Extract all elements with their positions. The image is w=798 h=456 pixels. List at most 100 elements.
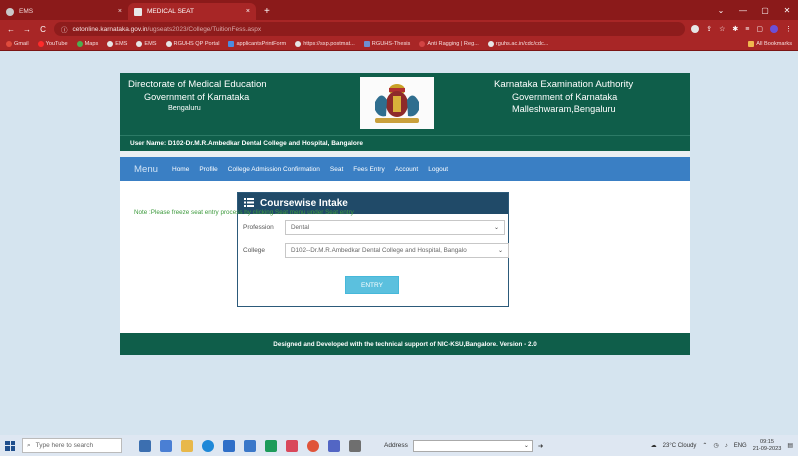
- bookmark-rguhs-cdc[interactable]: rguhs.ac.in/cdc/cdc...: [487, 41, 548, 47]
- bookmark-ems-2[interactable]: EMS: [136, 41, 157, 47]
- close-window-button[interactable]: ✕: [776, 6, 798, 15]
- page-icon: [228, 41, 235, 47]
- share-icon[interactable]: ⇪: [706, 25, 712, 33]
- store-icon[interactable]: [223, 439, 235, 452]
- college-row: College D102--Dr.M.R.Ambedkar Dental Col…: [243, 243, 509, 258]
- url-host: cetonline.karnataka.gov.in: [72, 25, 148, 33]
- bookmark-label: Gmail: [14, 41, 29, 47]
- file-explorer-icon[interactable]: [181, 439, 193, 452]
- menu-item-fees-entry[interactable]: Fees Entry: [353, 166, 384, 173]
- tab-close-icon[interactable]: ×: [118, 8, 122, 15]
- tab-close-icon[interactable]: ×: [246, 8, 250, 15]
- bookmark-label: RGUHS QP Portal: [173, 41, 220, 47]
- menu-item-account[interactable]: Account: [395, 166, 419, 173]
- notifications-icon[interactable]: ▤: [787, 442, 793, 449]
- maximize-button[interactable]: ▢: [754, 6, 776, 15]
- volume-icon[interactable]: ♪: [725, 443, 728, 449]
- bookmark-maps[interactable]: Maps: [76, 41, 98, 47]
- forward-arrow-icon[interactable]: →: [22, 25, 32, 34]
- reading-list-icon[interactable]: ≡: [745, 26, 749, 33]
- clock-time: 09:15: [760, 438, 775, 445]
- people-app-icon[interactable]: [139, 439, 151, 452]
- address-bar[interactable]: ⓘ cetonline.karnataka.gov.in/ugseats2023…: [54, 22, 686, 36]
- bookmark-ssp[interactable]: https://ssp.postmat...: [295, 41, 355, 47]
- tray-chevron-up-icon[interactable]: ⌃: [702, 442, 707, 449]
- user-name-bar: User Name: D102-Dr.M.R.Ambedkar Dental C…: [120, 135, 690, 151]
- paint-icon[interactable]: [286, 439, 298, 452]
- bookmark-rguhs-qp[interactable]: RGUHS QP Portal: [165, 41, 220, 47]
- bookmark-applicants-print[interactable]: applicantsPrintForm: [228, 41, 286, 47]
- note-text: Note :Please freeze seat entry process b…: [134, 209, 354, 216]
- tab-search-icon[interactable]: ⌄: [710, 6, 732, 15]
- chevron-down-icon: ⌄: [497, 248, 503, 254]
- college-select[interactable]: D102--Dr.M.R.Ambedkar Dental College and…: [285, 243, 509, 258]
- language-indicator[interactable]: ENG: [734, 443, 747, 449]
- excel-icon[interactable]: [265, 439, 277, 452]
- bookmark-anti-ragging[interactable]: Anti Ragging | Reg...: [419, 41, 479, 47]
- bookmark-label: https://ssp.postmat...: [303, 41, 355, 47]
- go-arrow-icon[interactable]: ➜: [538, 442, 543, 450]
- new-tab-button[interactable]: +: [256, 6, 278, 20]
- settings-icon[interactable]: [349, 439, 361, 452]
- side-panel-icon[interactable]: ▢: [756, 25, 763, 33]
- browser-menu-icon[interactable]: ⋮: [785, 25, 792, 33]
- dme-title: Directorate of Medical Education: [128, 79, 267, 90]
- kea-government: Government of Karnataka: [512, 92, 618, 102]
- taskbar-clock[interactable]: 09:15 21-09-2023: [753, 439, 782, 453]
- browser-tab-medical-seat[interactable]: MEDICAL SEAT ×: [128, 3, 256, 20]
- menu-item-admission-confirmation[interactable]: College Admission Confirmation: [228, 166, 320, 173]
- user-name-text: User Name: D102-Dr.M.R.Ambedkar Dental C…: [130, 140, 363, 147]
- college-label: College: [243, 247, 266, 254]
- site-info-icon[interactable]: ⓘ: [61, 24, 68, 34]
- browser-tab-ems[interactable]: EMS ×: [0, 3, 128, 20]
- bookmark-rguhs-thesis[interactable]: RGUHS-Thesis: [363, 41, 410, 47]
- mail-icon[interactable]: [244, 439, 256, 452]
- back-arrow-icon[interactable]: ←: [6, 25, 16, 34]
- tab-title: EMS: [19, 8, 34, 15]
- weather-text[interactable]: 23°C Cloudy: [663, 443, 697, 449]
- gmail-icon: [6, 41, 12, 47]
- profession-select[interactable]: Dental ⌄: [285, 220, 505, 235]
- site-icon: [419, 41, 426, 47]
- taskbar-search[interactable]: ⌕ Type here to search: [22, 438, 122, 453]
- tab-title: MEDICAL SEAT: [147, 8, 194, 15]
- dme-government: Government of Karnataka: [144, 92, 250, 102]
- bookmark-gmail[interactable]: Gmail: [6, 41, 29, 47]
- menu-item-profile[interactable]: Profile: [199, 166, 217, 173]
- menu-item-home[interactable]: Home: [172, 166, 189, 173]
- kea-title: Karnataka Examination Authority: [494, 79, 634, 90]
- entry-button[interactable]: ENTRY: [345, 276, 399, 294]
- task-view-icon[interactable]: [160, 439, 172, 452]
- globe-icon: [136, 41, 143, 47]
- bookmark-star-icon[interactable]: ☆: [719, 25, 725, 33]
- bookmark-ems-1[interactable]: EMS: [107, 41, 127, 47]
- menu-item-seat[interactable]: Seat: [330, 166, 343, 173]
- chrome-icon[interactable]: [307, 439, 319, 452]
- browser-toolbar: ← → C ⓘ cetonline.karnataka.gov.in/ugsea…: [0, 20, 798, 38]
- google-lens-icon[interactable]: [691, 25, 700, 33]
- address-input[interactable]: ⌄: [412, 439, 533, 452]
- panel-title: Coursewise Intake: [260, 198, 348, 209]
- pinned-apps: [139, 439, 361, 452]
- extensions-icon[interactable]: ✱: [732, 25, 738, 33]
- clock-date: 21-09-2023: [752, 445, 782, 452]
- weather-icon[interactable]: ☁: [651, 442, 657, 449]
- reload-icon[interactable]: C: [38, 25, 48, 34]
- site-footer: Designed and Developed with the technica…: [120, 333, 690, 355]
- bookmark-label: applicantsPrintForm: [236, 41, 287, 47]
- minimize-button[interactable]: —: [732, 6, 754, 15]
- windows-start-icon[interactable]: [5, 440, 15, 451]
- maps-icon: [76, 41, 83, 47]
- windows-taskbar: ⌕ Type here to search Address ⌄ ➜ ☁ 23°C…: [0, 435, 798, 456]
- profile-avatar-icon[interactable]: [770, 25, 778, 33]
- menu-item-logout[interactable]: Logout: [428, 166, 448, 173]
- bookmark-youtube[interactable]: YouTube: [37, 41, 68, 47]
- all-bookmarks[interactable]: All Bookmarks: [748, 41, 792, 47]
- site-banner: Directorate of Medical Education Governm…: [120, 73, 690, 135]
- bookmark-label: Anti Ragging | Reg...: [427, 41, 479, 47]
- edge-icon[interactable]: [202, 439, 214, 452]
- page-favicon-icon: [134, 7, 142, 16]
- globe-icon: [295, 41, 302, 47]
- network-icon[interactable]: ◷: [713, 442, 718, 449]
- teams-icon[interactable]: [328, 439, 340, 452]
